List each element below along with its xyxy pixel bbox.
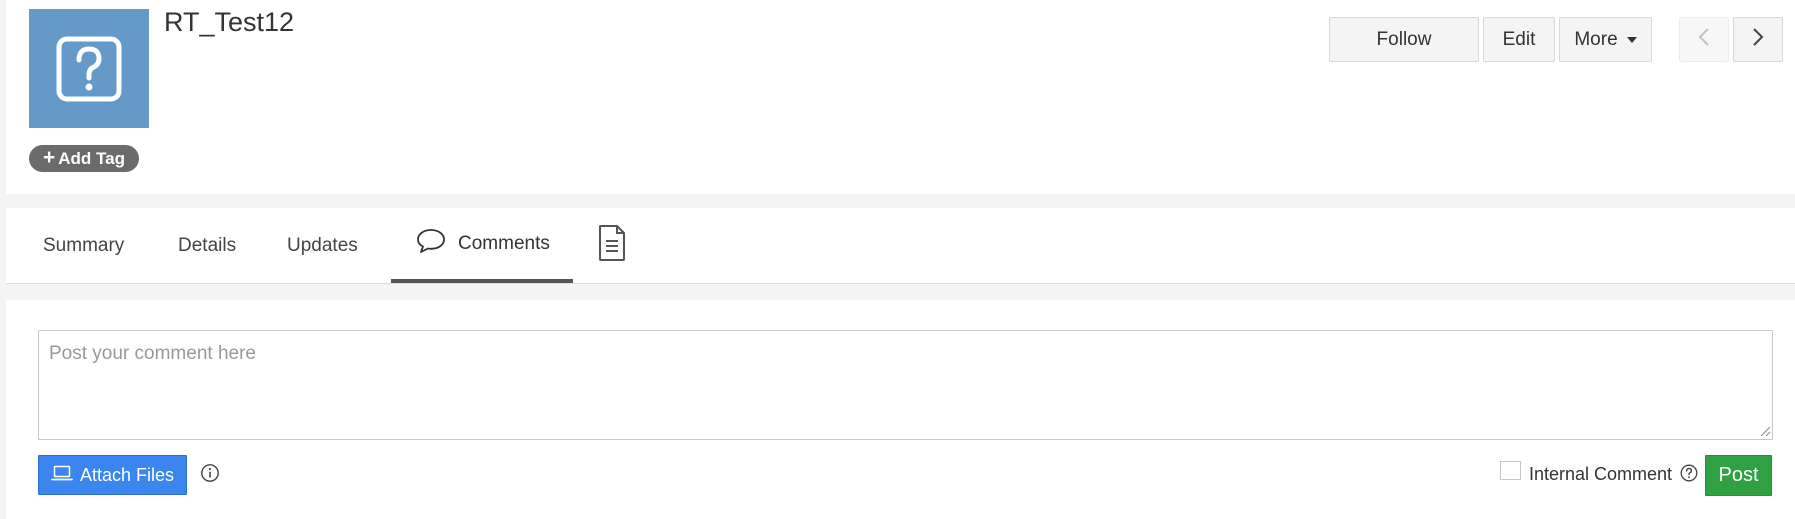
- document-icon: [597, 224, 627, 268]
- post-button[interactable]: Post: [1705, 455, 1772, 496]
- attach-files-button[interactable]: Attach Files: [38, 455, 187, 495]
- chevron-right-icon: [1751, 27, 1765, 53]
- chevron-left-icon: [1697, 27, 1711, 53]
- internal-comment-checkbox[interactable]: [1500, 461, 1521, 480]
- tab-document[interactable]: [597, 208, 627, 283]
- resize-handle-icon[interactable]: [1758, 424, 1771, 437]
- tab-bar: Summary Details Updates Comments: [6, 208, 1795, 284]
- record-avatar: [29, 9, 149, 128]
- comment-composer: Attach Files Internal Comment Post: [6, 300, 1795, 519]
- record-header: RT_Test12 + Add Tag Follow Edit More: [6, 0, 1795, 194]
- next-record-button[interactable]: [1733, 17, 1783, 62]
- tab-details[interactable]: Details: [178, 208, 236, 283]
- question-mark-icon: [54, 34, 124, 104]
- tab-comments[interactable]: Comments: [391, 208, 573, 283]
- tab-summary[interactable]: Summary: [43, 208, 124, 283]
- plus-icon: +: [43, 146, 56, 169]
- question-circle-icon[interactable]: [1680, 464, 1698, 482]
- follow-button[interactable]: Follow: [1329, 17, 1479, 62]
- add-tag-label: Add Tag: [58, 148, 125, 168]
- previous-record-button[interactable]: [1679, 17, 1729, 62]
- comment-input[interactable]: [38, 330, 1773, 440]
- more-button[interactable]: More: [1559, 17, 1652, 62]
- add-tag-button[interactable]: + Add Tag: [29, 145, 139, 172]
- edit-button[interactable]: Edit: [1483, 17, 1555, 62]
- more-label: More: [1574, 28, 1618, 50]
- speech-bubble-icon: [416, 227, 446, 261]
- caret-down-icon: [1626, 36, 1637, 43]
- tab-updates[interactable]: Updates: [287, 208, 358, 283]
- tab-comments-label: Comments: [458, 232, 550, 254]
- info-icon[interactable]: [200, 463, 220, 483]
- internal-comment-label: Internal Comment: [1529, 464, 1673, 484]
- attach-files-label: Attach Files: [79, 464, 175, 485]
- record-title: RT_Test12: [164, 7, 295, 37]
- laptop-icon: [51, 465, 73, 486]
